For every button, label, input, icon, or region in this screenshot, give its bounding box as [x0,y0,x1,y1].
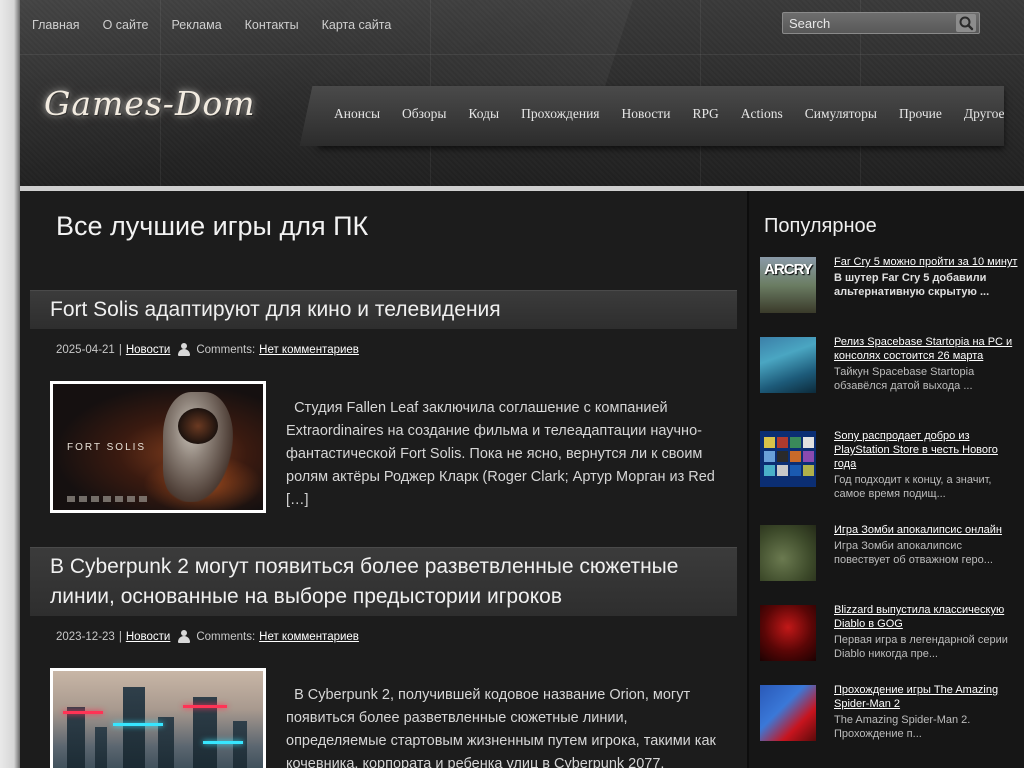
store-tile [764,437,775,448]
main-content: Все лучшие игры для ПК Fort Solis адапти… [20,191,747,768]
post-category-link[interactable]: Новости [126,631,171,643]
store-tile [803,465,814,476]
neon-sign [183,705,227,708]
mainnav-walkthroughs[interactable]: Прохождения [521,106,599,122]
user-icon [178,343,191,356]
mainnav-codes[interactable]: Коды [468,106,499,122]
search-button[interactable] [956,14,976,32]
topnav-contacts[interactable]: Контакты [245,18,299,32]
thumbnail-logo-text: ARCRY [764,261,813,278]
store-tile [790,451,801,462]
thumbnail-publisher-logos [67,496,147,502]
post-category-link[interactable]: Новости [126,344,171,356]
popular-item-link[interactable]: Игра Зомби апокалипсис онлайн [828,523,1018,537]
city-tower [123,687,145,768]
popular-item-excerpt: Игра Зомби апокалипсис повествует об отв… [834,540,993,566]
popular-item-thumbnail[interactable] [760,431,816,487]
mainnav-announcements[interactable]: Анонсы [334,106,380,122]
post-title-bar: В Cyberpunk 2 могут появиться более разв… [30,547,737,616]
post-thumbnail[interactable] [50,668,266,768]
store-tile [777,437,788,448]
mainnav-other[interactable]: Другое [964,106,1005,122]
top-navigation: Главная О сайте Реклама Контакты Карта с… [32,18,391,32]
popular-item-link[interactable]: Far Cry 5 можно пройти за 10 минут [828,255,1018,269]
city-tower [95,727,107,768]
post-excerpt-text: Студия Fallen Leaf заключила соглашение … [286,400,715,508]
search-input[interactable] [789,15,949,31]
post-date: 2025-04-21 [56,343,115,356]
user-icon [178,630,191,643]
comments-label: Comments: [196,630,256,643]
popular-item-thumbnail[interactable] [760,685,816,741]
astronaut-visor [178,408,218,444]
post-excerpt: Студия Fallen Leaf заключила соглашение … [286,397,726,512]
topnav-home[interactable]: Главная [32,18,80,32]
popular-item-excerpt: Первая игра в легендарной серии Diablo н… [834,634,1008,660]
post-meta: 2023-12-23 | Новости Comments: Нет комме… [56,630,359,643]
comments-link[interactable]: Нет комментариев [259,344,359,356]
topnav-sitemap[interactable]: Карта сайта [322,18,392,32]
city-tower [233,721,247,768]
store-tile [790,437,801,448]
popular-item-excerpt: The Amazing Spider-Man 2. Прохождение п.… [834,714,971,740]
popular-item-thumbnail[interactable]: ARCRY [760,257,816,313]
store-tile [790,465,801,476]
mainnav-simulators[interactable]: Симуляторы [805,106,877,122]
post-thumbnail[interactable]: FORT SOLIS [50,381,266,513]
meta-separator: | [118,343,122,356]
popular-item-thumbnail[interactable] [760,337,816,393]
post-title[interactable]: В Cyberpunk 2 могут появиться более разв… [30,548,737,616]
post-excerpt-text: В Cyberpunk 2, получившей кодовое назван… [286,687,716,768]
header-grid-line [20,54,1024,55]
neon-sign [203,741,243,744]
thumbnail-game-title: FORT SOLIS [67,442,147,453]
popular-item-link[interactable]: Sony распродает добро из PlayStation Sto… [828,429,1018,471]
popular-item-excerpt: Год подходит к концу, а значит, самое вр… [834,474,992,500]
store-tile [803,451,814,462]
post-title-bar: Fort Solis адаптируют для кино и телевид… [30,290,737,329]
search-icon [959,16,974,31]
store-tile [777,465,788,476]
post-title[interactable]: Fort Solis адаптируют для кино и телевид… [30,291,737,329]
store-tile [764,451,775,462]
page-frame-left [0,0,20,768]
popular-item-link[interactable]: Релиз Spacebase Startopia на PC и консол… [828,335,1018,363]
popular-item-link[interactable]: Blizzard выпустила классическую Diablo в… [828,603,1018,631]
topnav-ads[interactable]: Реклама [172,18,222,32]
mainnav-rpg[interactable]: RPG [693,106,719,122]
mainnav-misc[interactable]: Прочие [899,106,942,122]
neon-sign [113,723,163,726]
header-decoration [303,0,637,90]
popular-item-link[interactable]: Прохождение игры The Amazing Spider-Man … [828,683,1018,711]
store-tile [777,451,788,462]
store-tile [764,465,775,476]
post-date: 2023-12-23 [56,630,115,643]
mainnav-news[interactable]: Новости [622,106,671,122]
topnav-about[interactable]: О сайте [103,18,149,32]
store-tile [803,437,814,448]
popular-item-excerpt: Тайкун Spacebase Startopia обзавёлся дат… [834,366,975,392]
popular-item-thumbnail[interactable] [760,525,816,581]
mainnav-actions[interactable]: Actions [741,106,783,122]
popular-item-excerpt: В шутер Far Cry 5 добавили альтернативну… [834,272,990,298]
post-excerpt: В Cyberpunk 2, получившей кодовое назван… [286,684,726,768]
sidebar-title: Популярное [764,215,877,237]
post-meta: 2025-04-21 | Новости Comments: Нет комме… [56,343,359,356]
main-navigation: Анонсы Обзоры Коды Прохождения Новости R… [334,106,1005,122]
neon-sign [63,711,103,714]
comments-link[interactable]: Нет комментариев [259,631,359,643]
sidebar-popular: Популярное ARCRY Far Cry 5 можно пройти … [749,191,1024,768]
page-title: Все лучшие игры для ПК [56,211,369,241]
mainnav-reviews[interactable]: Обзоры [402,106,446,122]
popular-item-thumbnail[interactable] [760,605,816,661]
comments-label: Comments: [196,343,256,356]
site-logo[interactable]: Games-Dom [44,84,256,123]
search-box [782,12,980,34]
meta-separator: | [118,630,122,643]
city-tower [67,707,85,768]
